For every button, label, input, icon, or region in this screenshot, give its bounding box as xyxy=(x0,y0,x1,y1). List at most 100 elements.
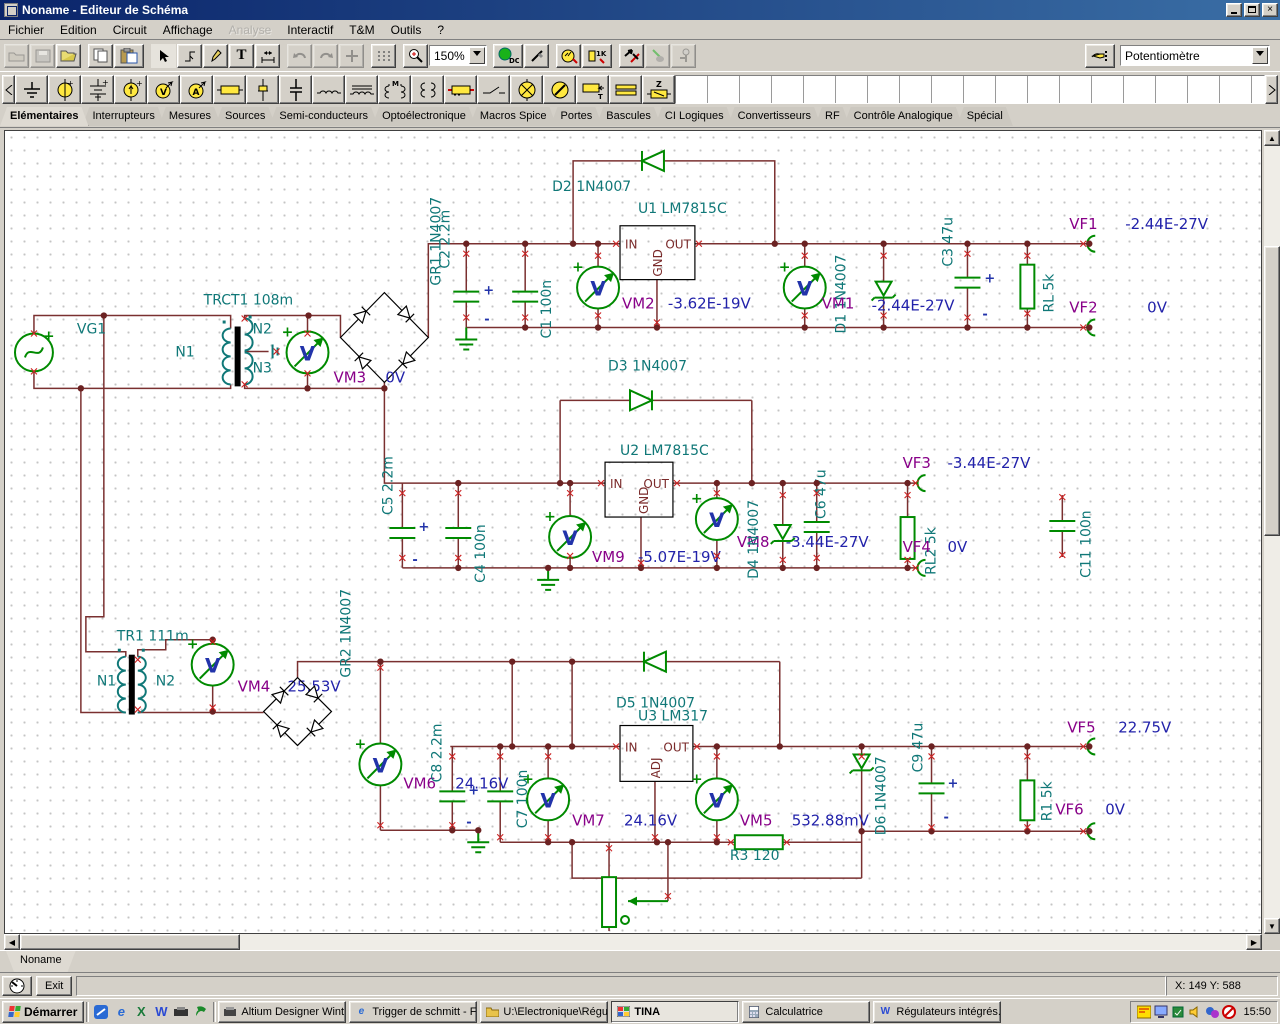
save-button[interactable] xyxy=(30,43,55,68)
zoom-dropdown-arrow[interactable] xyxy=(469,47,485,64)
tab-rf[interactable]: RF xyxy=(815,107,850,126)
c5-capacitor[interactable]: + - C5 2.2m xyxy=(380,456,429,568)
vertical-scrollbar[interactable]: ▲ ▼ xyxy=(1264,130,1280,934)
transistor-test-tool[interactable] xyxy=(645,43,670,68)
gr2-bridge-rectifier[interactable]: GR2 1N4007 xyxy=(262,589,355,747)
undo-button[interactable] xyxy=(287,43,312,68)
scroll-right-button[interactable] xyxy=(1265,75,1278,104)
c4-capacitor[interactable]: C4 100n xyxy=(445,524,489,583)
horizontal-scrollbar[interactable]: ◀ ▶ xyxy=(4,934,1262,950)
potentiometer[interactable] xyxy=(601,876,668,929)
tray-network-icon[interactable] xyxy=(1171,1005,1185,1019)
r1-resistor[interactable]: R1 5k xyxy=(1019,779,1055,821)
scroll-left-button[interactable] xyxy=(2,75,15,104)
tray-display-icon[interactable] xyxy=(1154,1005,1168,1019)
scroll-down-arrow[interactable]: ▼ xyxy=(1264,918,1280,934)
tab-mesures[interactable]: Mesures xyxy=(159,107,221,126)
component-ammeter[interactable]: A xyxy=(180,75,213,104)
component-capacitor[interactable] xyxy=(279,75,312,104)
menu-fichier[interactable]: Fichier xyxy=(0,21,52,39)
quicklaunch-excel-icon[interactable]: X xyxy=(131,1002,151,1022)
text-tool[interactable]: T xyxy=(229,43,254,68)
tab-controle-analogique[interactable]: Contrôle Analogique xyxy=(844,107,963,126)
menu-edition[interactable]: Edition xyxy=(52,21,105,39)
meter-mode-button[interactable] xyxy=(2,975,32,996)
menu-tm[interactable]: T&M xyxy=(341,21,382,39)
menu-circuit[interactable]: Circuit xyxy=(105,21,155,39)
task-trigger-schmitt[interactable]: e Trigger de schmitt - F... xyxy=(349,1000,478,1023)
tab-semi-conducteurs[interactable]: Semi-conducteurs xyxy=(269,107,378,126)
menu-interactif[interactable]: Interactif xyxy=(279,21,341,39)
open-folder-button[interactable] xyxy=(56,43,81,68)
scroll-up-arrow[interactable]: ▲ xyxy=(1264,130,1280,146)
schematic-canvas[interactable]: V + + VG1 xyxy=(4,130,1262,934)
quicklaunch-ie-icon[interactable]: e xyxy=(111,1002,131,1022)
tab-portes[interactable]: Portes xyxy=(550,107,602,126)
quicklaunch-phone-icon[interactable] xyxy=(191,1002,211,1022)
tab-elementaires[interactable]: Elémentaires xyxy=(0,107,88,126)
component-inductor[interactable] xyxy=(312,75,345,104)
task-calculatrice[interactable]: Calculatrice xyxy=(742,1000,871,1023)
trct1-transformer[interactable]: TRCT1 108m N1 N2 N3 xyxy=(175,293,293,387)
c1-capacitor[interactable]: C1 100n xyxy=(512,280,555,339)
task-regulateurs-doc[interactable]: W Régulateurs intégrés... xyxy=(873,1000,1002,1023)
tab-bascules[interactable]: Bascules xyxy=(596,107,661,126)
tab-special[interactable]: Spécial xyxy=(957,107,1013,126)
component-battery[interactable]: + xyxy=(81,75,114,104)
scroll-right-arrow[interactable]: ▶ xyxy=(1246,934,1262,950)
component-resistor[interactable] xyxy=(213,75,246,104)
component-voltmeter[interactable]: V xyxy=(147,75,180,104)
component-dropdown-arrow[interactable] xyxy=(1252,47,1268,64)
task-altium[interactable]: Altium Designer Wint... xyxy=(218,1000,347,1023)
component-inductor-core[interactable] xyxy=(345,75,378,104)
quicklaunch-printer-icon[interactable] xyxy=(171,1002,191,1022)
copy-button[interactable] xyxy=(88,43,113,68)
ohmmeter-tool[interactable]: 1K xyxy=(582,43,612,68)
redo-button[interactable] xyxy=(313,43,338,68)
u1-regulator[interactable]: IN OUT GND U1 LM7815C xyxy=(619,201,727,281)
tray-blocked-icon[interactable] xyxy=(1222,1004,1237,1019)
paste-button[interactable] xyxy=(114,43,144,68)
clock[interactable]: 15:50 xyxy=(1243,1006,1271,1018)
component-lamp[interactable] xyxy=(510,75,543,104)
component-capacitor-polarized[interactable] xyxy=(246,75,279,104)
vm8-voltmeter[interactable]: VM8 -3.44E-27V xyxy=(689,490,869,551)
d2-diode[interactable]: D2 1N4007 xyxy=(552,149,665,195)
dimension-tool[interactable] xyxy=(255,43,280,68)
component-select[interactable]: Potentiomètre xyxy=(1120,45,1270,66)
r3-resistor[interactable]: R3 120 xyxy=(730,834,784,864)
vf5-terminal[interactable]: VF5 22.75V xyxy=(1067,719,1172,756)
tab-sources[interactable]: Sources xyxy=(215,107,275,126)
horizontal-scroll-thumb[interactable] xyxy=(20,934,240,950)
tr1-transformer[interactable]: TR1 111m N1 N2 xyxy=(97,629,189,715)
component-fuse[interactable] xyxy=(444,75,477,104)
quicklaunch-desktop-icon[interactable] xyxy=(91,1002,111,1022)
task-tina[interactable]: TINA xyxy=(611,1000,740,1023)
task-explorer-folder[interactable]: U:\Electronique\Régu... xyxy=(480,1000,609,1023)
oscilloscope-probe-tool[interactable] xyxy=(671,43,696,68)
component-list-button[interactable] xyxy=(1085,43,1115,68)
grid-toggle[interactable] xyxy=(371,43,396,68)
wire-tool[interactable] xyxy=(177,43,202,68)
vm5-voltmeter[interactable]: VM5 532.88mV xyxy=(689,770,870,829)
rl-resistor[interactable]: RL 5k xyxy=(1019,263,1057,313)
c6-capacitor[interactable]: C6 47u xyxy=(803,469,830,533)
open-button[interactable] xyxy=(4,43,29,68)
crosshair-button[interactable] xyxy=(339,43,364,68)
scroll-left-arrow[interactable]: ◀ xyxy=(4,934,20,950)
zoom-in-button[interactable] xyxy=(403,43,428,68)
d5-diode[interactable]: D5 1N4007 xyxy=(616,650,695,712)
component-transformer[interactable] xyxy=(411,75,444,104)
zoom-level-select[interactable]: 150% xyxy=(429,45,487,66)
vm1-voltmeter[interactable]: VM1 -2.44E-27V xyxy=(777,258,955,315)
menu-help[interactable]: ? xyxy=(429,21,452,39)
tray-volume-icon[interactable] xyxy=(1188,1005,1202,1019)
select-arrow-tool[interactable] xyxy=(151,43,176,68)
vm4-voltmeter[interactable]: VM4 25.53V xyxy=(185,635,342,696)
c11-capacitor[interactable]: C11 100n xyxy=(1049,510,1094,578)
component-meter[interactable] xyxy=(543,75,576,104)
quicklaunch-word-icon[interactable]: W xyxy=(151,1002,171,1022)
component-voltage-source[interactable]: + xyxy=(48,75,81,104)
c9-capacitor[interactable]: + - C9 47u xyxy=(911,723,959,826)
component-impedance[interactable]: Z xyxy=(642,75,675,104)
